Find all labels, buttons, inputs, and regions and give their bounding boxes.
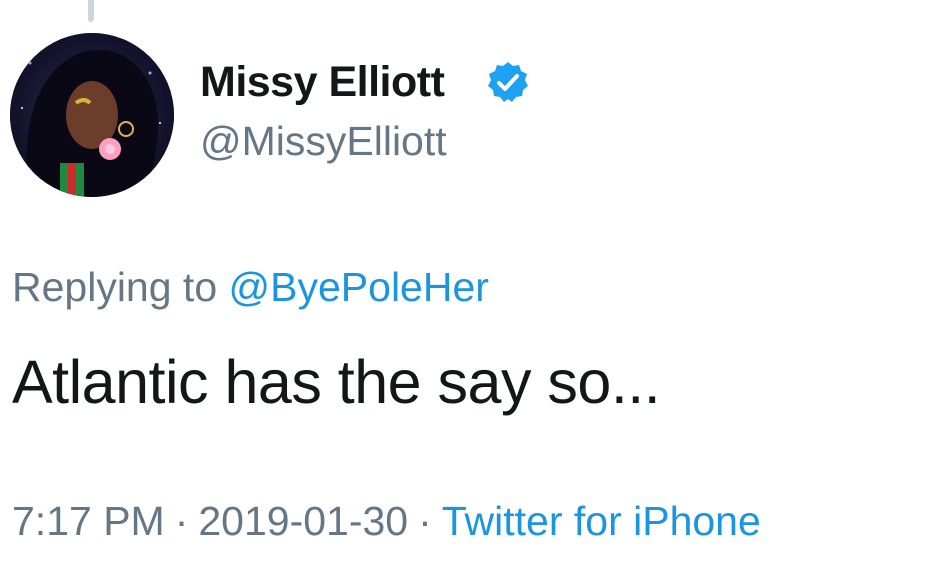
reply-mention-link[interactable]: @ByePoleHer bbox=[229, 264, 489, 310]
avatar-illustration-icon bbox=[10, 33, 174, 197]
avatar[interactable] bbox=[10, 33, 174, 197]
tweet-detail: Missy Elliott @MissyElliott Replying to … bbox=[0, 0, 937, 568]
replying-to-label: Replying to bbox=[12, 264, 218, 310]
tweet-time[interactable]: 7:17 PM bbox=[12, 498, 165, 544]
replying-to: Replying to @ByePoleHer bbox=[12, 262, 489, 312]
meta-separator: · bbox=[174, 498, 189, 544]
tweet-source-link[interactable]: Twitter for iPhone bbox=[442, 498, 761, 544]
thread-connector-line bbox=[88, 0, 94, 22]
verified-badge-icon bbox=[488, 62, 528, 102]
author-display-name[interactable]: Missy Elliott bbox=[200, 56, 445, 108]
tweet-meta: 7:17 PM · 2019-01-30 · Twitter for iPhone bbox=[12, 496, 761, 546]
tweet-date[interactable]: 2019-01-30 bbox=[198, 498, 408, 544]
tweet-text: Atlantic has the say so... bbox=[12, 348, 661, 416]
author-handle[interactable]: @MissyElliott bbox=[200, 116, 447, 166]
meta-separator: · bbox=[418, 498, 432, 544]
